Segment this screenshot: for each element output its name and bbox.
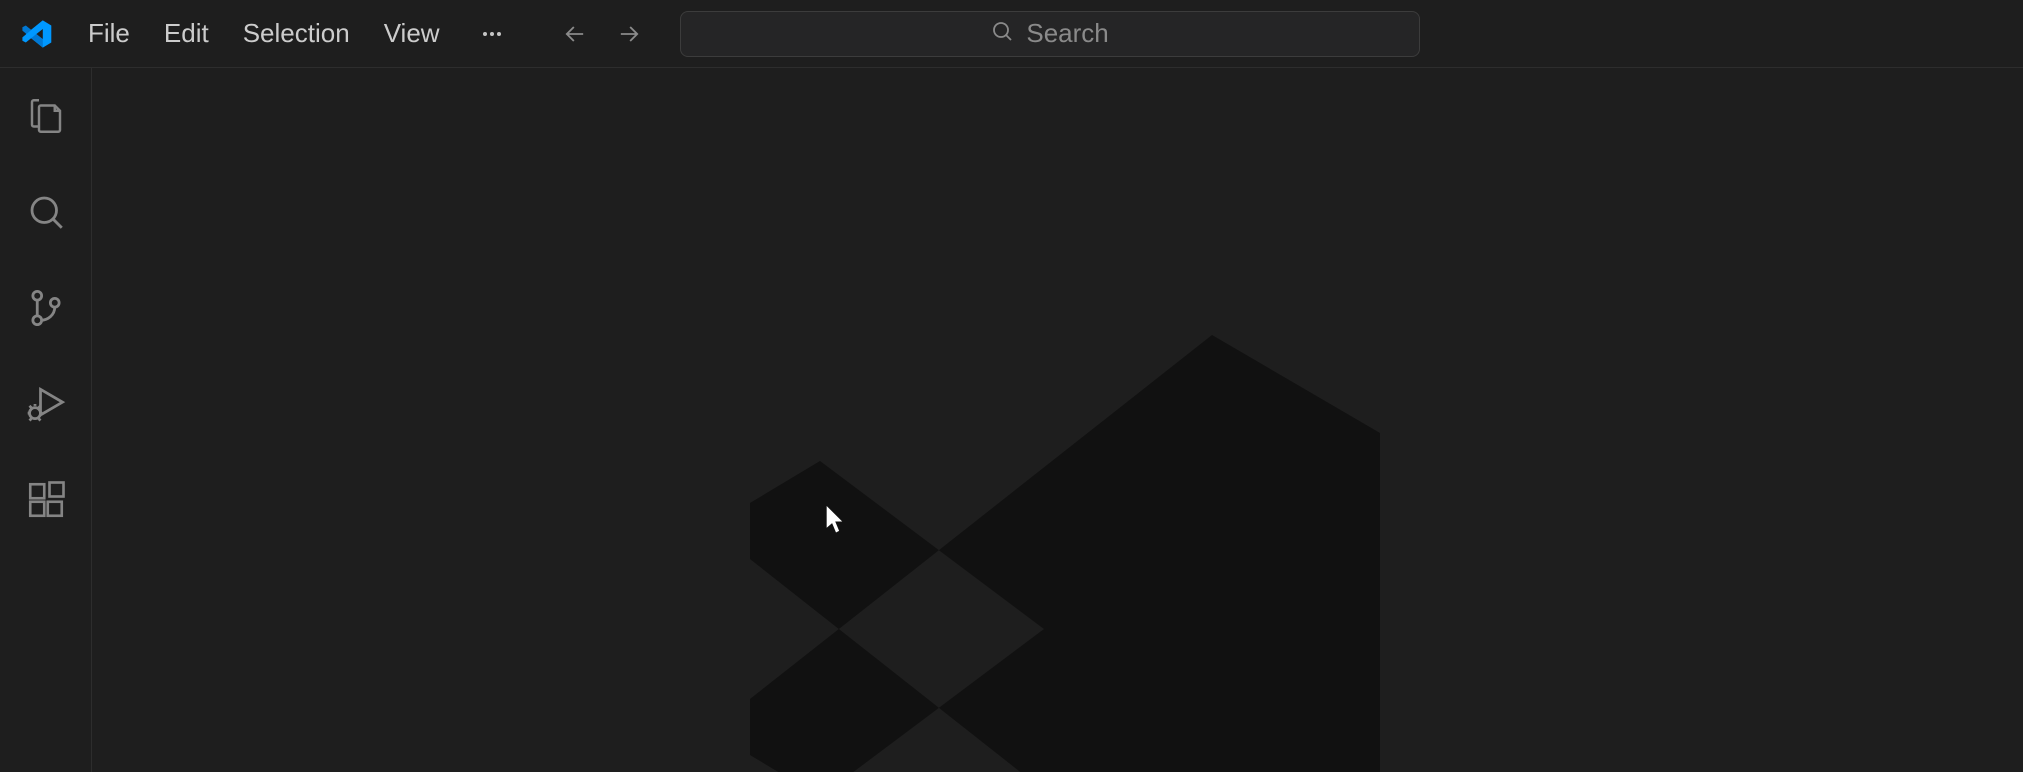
activity-source-control-icon[interactable] [22,284,70,332]
title-bar: File Edit Selection View Search [0,0,2023,68]
editor-area [92,68,2023,772]
vscode-logo-icon [16,14,56,54]
search-icon [990,19,1014,48]
activity-extensions-icon[interactable] [22,476,70,524]
nav-forward-icon[interactable] [614,19,644,49]
menu-view[interactable]: View [382,14,442,53]
nav-back-icon[interactable] [560,19,590,49]
activity-bar [0,68,92,772]
menu-selection[interactable]: Selection [241,14,352,53]
activity-explorer-icon[interactable] [22,92,70,140]
vscode-watermark-icon [708,279,1408,772]
menu-edit[interactable]: Edit [162,14,211,53]
command-center-search[interactable]: Search [680,11,1420,57]
nav-group [560,19,644,49]
activity-run-debug-icon[interactable] [22,380,70,428]
menu-bar: File Edit Selection View [86,14,442,53]
activity-search-icon[interactable] [22,188,70,236]
menu-file[interactable]: File [86,14,132,53]
body [0,68,2023,772]
menu-overflow-icon[interactable] [480,22,504,46]
search-placeholder: Search [1026,18,1108,49]
